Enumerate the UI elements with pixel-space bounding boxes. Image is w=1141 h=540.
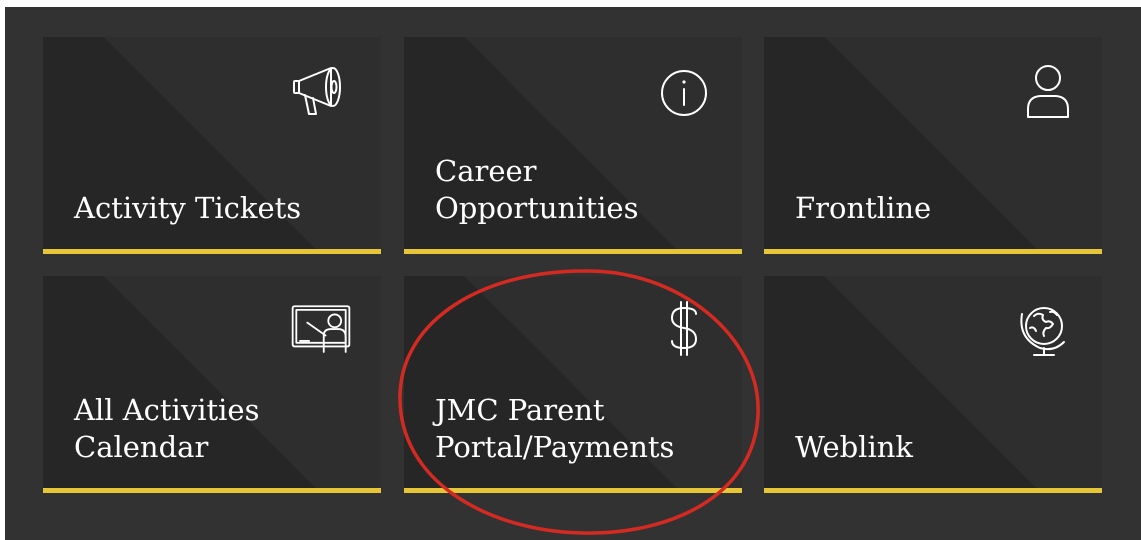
teacher-board-icon — [289, 298, 353, 362]
tile-activity-tickets[interactable]: Activity Tickets — [43, 37, 381, 254]
tile-career-opportunities[interactable]: Career Opportunities — [404, 37, 742, 254]
tile-weblink[interactable]: Weblink — [764, 276, 1102, 493]
tile-label: JMC Parent Portal/Payments — [435, 393, 675, 464]
tile-label: All Activities Calendar — [74, 393, 260, 464]
dollar-icon — [650, 298, 714, 362]
tile-label: Career Opportunities — [435, 154, 639, 225]
tile-all-activities-calendar[interactable]: All Activities Calendar — [43, 276, 381, 493]
tile-jmc-parent-portal-payments[interactable]: JMC Parent Portal/Payments — [404, 276, 742, 493]
user-icon — [1010, 59, 1074, 123]
megaphone-icon — [289, 59, 353, 123]
tile-label: Activity Tickets — [74, 191, 302, 225]
tile-frontline[interactable]: Frontline — [764, 37, 1102, 254]
tile-label: Weblink — [795, 430, 913, 464]
tile-label: Frontline — [795, 191, 932, 225]
globe-icon — [1010, 298, 1074, 362]
info-icon — [650, 59, 714, 123]
